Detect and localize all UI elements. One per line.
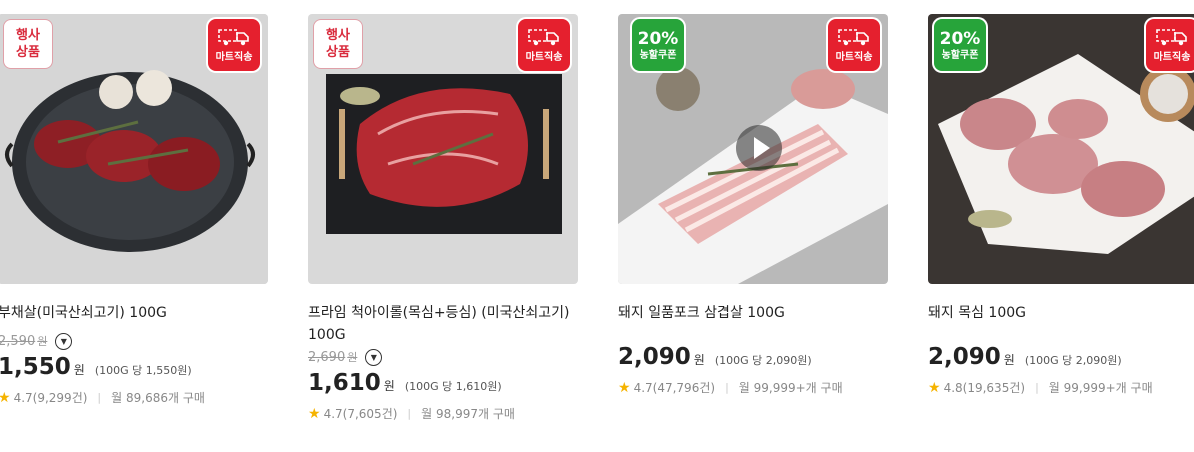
product-name[interactable]: 돼지 일품포크 삼겹살 100G — [618, 302, 888, 324]
chevron-down-icon[interactable]: ▼ — [365, 348, 383, 366]
divider: | — [97, 391, 102, 404]
price-row: 1,610 원 (100G 당 1,610원) — [308, 370, 502, 396]
star-icon: ★ — [928, 379, 941, 396]
truck-icon — [528, 29, 559, 46]
star-icon: ★ — [308, 405, 321, 422]
product-image[interactable]: 20% 농할쿠폰 마트직송 — [928, 14, 1194, 284]
mart-delivery-badge: 마트직송 — [208, 19, 260, 71]
event-badge: 행사 상품 — [313, 19, 363, 69]
truck-icon — [1156, 29, 1187, 46]
price-row: 1,550 원 (100G 당 1,550원) — [0, 354, 192, 380]
sale-price: 2,090 — [928, 344, 1001, 370]
product-card[interactable]: 행사 상품 마트직송 프라임 척아이롤(목심+등심) (미국산쇠고기) 100G… — [308, 14, 578, 422]
sale-price: 1,610 — [308, 370, 381, 396]
review-count: (19,635건) — [962, 381, 1026, 395]
star-icon: ★ — [618, 379, 631, 396]
rating-row: ★ 4.8 (19,635건) | 월 99,999+개 구매 — [928, 379, 1194, 396]
monthly-purchases: 월 89,686개 구매 — [111, 391, 205, 405]
product-name[interactable]: 돼지 목심 100G — [928, 302, 1194, 324]
product-name[interactable]: 부채살(미국산쇠고기) 100G — [0, 302, 268, 324]
product-image[interactable]: 행사 상품 마트직송 — [308, 14, 578, 284]
rating-row: ★ 4.7 (7,605건) | 월 98,997개 구매 — [308, 405, 578, 422]
product-card[interactable]: 행사 상품 마트직송 부채살(미국산쇠고기) 100G 2,590 원 ▼ 1,5… — [0, 14, 268, 406]
mart-delivery-badge: 마트직송 — [828, 19, 880, 71]
monthly-purchases: 월 98,997개 구매 — [421, 407, 515, 421]
price-row: 2,090 원 (100G 당 2,090원) — [928, 344, 1122, 370]
review-count: (9,299건) — [32, 391, 88, 405]
rating: 4.7 — [323, 406, 343, 421]
monthly-purchases: 월 99,999+개 구매 — [738, 381, 843, 395]
rating-row: ★ 4.7 (9,299건) | 월 89,686개 구매 — [0, 389, 268, 406]
sale-price: 2,090 — [618, 344, 691, 370]
mart-delivery-badge: 마트직송 — [518, 19, 570, 71]
product-card[interactable]: 20% 농할쿠폰 마트직송 돼지 목심 100G 2,090 원 (100G 당… — [928, 14, 1194, 396]
coupon-badge: 20% 농할쿠폰 — [632, 19, 684, 71]
divider: | — [407, 407, 412, 420]
product-image[interactable]: 행사 상품 마트직송 — [0, 14, 268, 284]
event-badge: 행사 상품 — [3, 19, 53, 69]
chevron-down-icon[interactable]: ▼ — [55, 332, 73, 350]
original-price: 2,590 원 ▼ — [0, 330, 268, 352]
truck-icon — [838, 29, 869, 46]
unit-price: (100G 당 1,550원) — [94, 364, 192, 377]
star-icon: ★ — [0, 389, 11, 406]
unit-price: (100G 당 2,090원) — [714, 354, 812, 367]
price-row: 2,090 원 (100G 당 2,090원) — [618, 344, 812, 370]
coupon-badge: 20% 농할쿠폰 — [934, 19, 986, 71]
mart-delivery-badge: 마트직송 — [1146, 19, 1194, 71]
review-count: (47,796건) — [652, 381, 716, 395]
divider: | — [1035, 381, 1039, 394]
rating-row: ★ 4.7 (47,796건) | 월 99,999+개 구매 — [618, 379, 888, 396]
unit-price: (100G 당 1,610원) — [404, 380, 502, 393]
rating: 4.8 — [943, 380, 963, 395]
sale-price: 1,550 — [0, 354, 71, 380]
product-image[interactable]: 20% 농할쿠폰 마트직송 — [618, 14, 888, 284]
original-price: 2,690 원 ▼ — [308, 346, 578, 368]
play-icon[interactable] — [736, 125, 782, 171]
divider: | — [725, 381, 729, 394]
monthly-purchases: 월 99,999+개 구매 — [1048, 381, 1153, 395]
product-card[interactable]: 20% 농할쿠폰 마트직송 돼지 일품포크 삼겹살 100G 2,090 원 (… — [618, 14, 888, 396]
rating: 4.7 — [633, 380, 653, 395]
unit-price: (100G 당 2,090원) — [1024, 354, 1122, 367]
truck-icon — [218, 29, 249, 46]
product-name[interactable]: 프라임 척아이롤(목심+등심) (미국산쇠고기) 100G — [308, 302, 578, 346]
review-count: (7,605건) — [342, 407, 398, 421]
rating: 4.7 — [13, 390, 33, 405]
